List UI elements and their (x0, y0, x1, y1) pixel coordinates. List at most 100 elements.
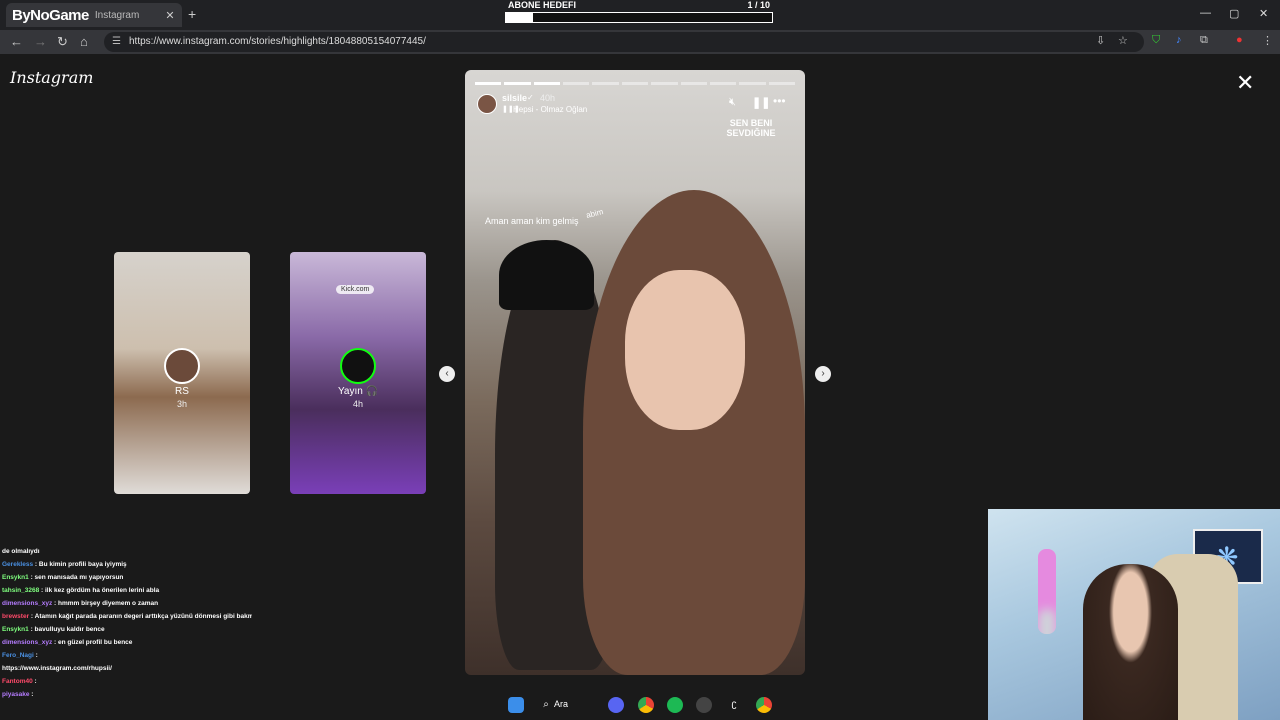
side-story-rs[interactable]: RS 3h (114, 252, 250, 494)
story-time: 3h (176, 399, 187, 409)
chat-message: Ensykn1 : bavulluyu kaldır bence (2, 623, 252, 636)
progress-segment (563, 82, 590, 85)
chat-message: dimensions_xyz : hmmm birşey diyemem o z… (2, 597, 252, 610)
shield-extension-icon[interactable]: ⛉ (1152, 34, 1160, 47)
story-username[interactable]: silsile (502, 93, 527, 103)
main-story[interactable]: silsile ✓ 40h ❚❚❚ Hepsi - Olmaz Oğlan 🔇︎… (465, 70, 805, 675)
install-icon[interactable]: ⇩ (1096, 34, 1105, 47)
next-story-button[interactable]: › (815, 366, 831, 382)
story-person-woman (583, 190, 805, 675)
story-avatar (340, 348, 376, 384)
chat-username[interactable]: Fero_Nagi (2, 652, 34, 659)
progress-segment (739, 82, 766, 85)
chat-message: piyasake : (2, 688, 252, 701)
chat-username[interactable]: Gerekless (2, 561, 33, 568)
close-window-icon[interactable]: ✕ (1259, 7, 1268, 20)
app-icon[interactable]: ʗ (726, 697, 742, 713)
webcam-overlay: ❋ (988, 509, 1280, 720)
url-text[interactable]: https://www.instagram.com/stories/highli… (129, 36, 426, 47)
pause-icon[interactable]: ❚❚ (752, 96, 770, 109)
chat-username[interactable]: dimensions_xyz (2, 600, 52, 607)
extensions-icon[interactable]: ⧉ (1200, 34, 1208, 47)
chrome-active-icon[interactable] (756, 697, 772, 713)
progress-segment (475, 82, 502, 85)
profile-avatar-icon[interactable]: ● (1236, 34, 1243, 46)
chat-text: : bavulluyu kaldır bence (30, 626, 105, 633)
more-options-icon[interactable]: ••• (773, 94, 786, 108)
story-music[interactable]: Hepsi - Olmaz Oğlan (513, 105, 587, 114)
goal-progress-bar (505, 12, 773, 23)
progress-segment (680, 82, 707, 85)
goal-progress-fill (506, 13, 533, 22)
chat-text: https://www.instagram.com/rhupsii/ (2, 665, 112, 672)
chat-username[interactable]: dimensions_xyz (2, 639, 52, 646)
site-info-icon[interactable]: ☰ (112, 36, 121, 47)
taskbar-search-label[interactable]: Ara (554, 699, 568, 709)
maximize-icon[interactable]: ▢ (1229, 7, 1239, 20)
reload-icon[interactable]: ↻ (57, 34, 68, 50)
verified-badge-icon: ✓ (527, 93, 534, 102)
chat-message: Ensykn1 : sen manısada mı yapıyorsun (2, 571, 252, 584)
tab-title: Instagram (94, 9, 140, 21)
prev-story-button[interactable]: ‹ (439, 366, 455, 382)
chat-message: brewster : Atamın kağıt parada paranın d… (2, 610, 252, 623)
minimize-icon[interactable]: — (1200, 7, 1211, 19)
chat-text: : (34, 678, 37, 685)
chat-message: https://www.instagram.com/rhupsii/ (2, 662, 252, 675)
story-name: Yayın 🎧 (337, 386, 379, 397)
chat-message: tahsin_3268 : ilk kez gördüm ha önerilen… (2, 584, 252, 597)
steam-icon[interactable] (696, 697, 712, 713)
progress-segment (504, 82, 531, 85)
kick-tag: Kick.com (336, 285, 375, 294)
progress-segment (592, 82, 619, 85)
chat-username[interactable]: brewster (2, 613, 29, 620)
stream-chat: de olmalıydı Gerekless : Bu kimin profili… (2, 545, 252, 701)
mute-icon[interactable]: 🔇︎ (729, 96, 736, 109)
instagram-logo[interactable]: Instagram (10, 68, 93, 87)
story-caption: Aman aman kim gelmiş (485, 216, 579, 226)
chat-text: : ilk kez gördüm ha önerilen lerini abla (41, 587, 160, 594)
side-story-yayin[interactable]: Kick.com Yayın 🎧 4h (290, 252, 426, 494)
story-avatar (164, 348, 200, 384)
microphone (1038, 549, 1056, 634)
streamer (1083, 564, 1178, 720)
browser-tab[interactable]: ByNoGame Instagram ✕ (6, 3, 182, 27)
bynogame-logo: ByNoGame (12, 6, 89, 24)
search-icon[interactable]: ⌕ (538, 697, 554, 713)
story-caption-tag: abim (585, 207, 605, 220)
tab-close-icon[interactable]: ✕ (164, 9, 176, 22)
story-name: RS (175, 386, 189, 397)
chat-text: : (31, 691, 34, 698)
story-progress (475, 82, 795, 85)
menu-dots-icon[interactable]: ⋮ (1262, 34, 1273, 47)
story-user-avatar[interactable] (477, 94, 497, 114)
story-beanie (499, 240, 594, 310)
progress-segment (621, 82, 649, 85)
chat-text: : en güzel profil bu bence (54, 639, 133, 646)
spotify-icon[interactable] (667, 697, 683, 713)
chat-text: : sen manısada mı yapıyorsun (30, 574, 124, 581)
close-stories-icon[interactable]: ✕ (1236, 70, 1254, 96)
bookmark-star-icon[interactable]: ☆ (1118, 34, 1128, 47)
progress-segment (651, 82, 678, 85)
chat-username[interactable]: Ensykn1 (2, 574, 29, 581)
audio-extension-icon[interactable]: ♪ (1176, 34, 1182, 46)
chat-message: Fantom40 : (2, 675, 252, 688)
forward-icon[interactable]: → (34, 34, 47, 49)
music-sticker: SEN BENI SEVDIĞINE (726, 118, 776, 138)
discord-icon[interactable] (608, 697, 624, 713)
chat-username[interactable]: piyasake (2, 691, 29, 698)
progress-segment (709, 82, 737, 85)
chat-text: : (35, 652, 38, 659)
chat-username[interactable]: tahsin_3268 (2, 587, 39, 594)
back-icon[interactable]: ← (10, 34, 23, 49)
chrome-icon[interactable] (638, 697, 654, 713)
story-time: 4h (352, 399, 363, 409)
new-tab-button[interactable]: + (188, 6, 196, 22)
address-bar[interactable]: ☰ https://www.instagram.com/stories/high… (104, 32, 1144, 52)
home-icon[interactable]: ⌂ (80, 34, 88, 49)
chat-username[interactable]: Fantom40 (2, 678, 33, 685)
chat-message: Fero_Nagi : (2, 649, 252, 662)
chat-username[interactable]: Ensykn1 (2, 626, 29, 633)
windows-start-icon[interactable] (508, 697, 524, 713)
